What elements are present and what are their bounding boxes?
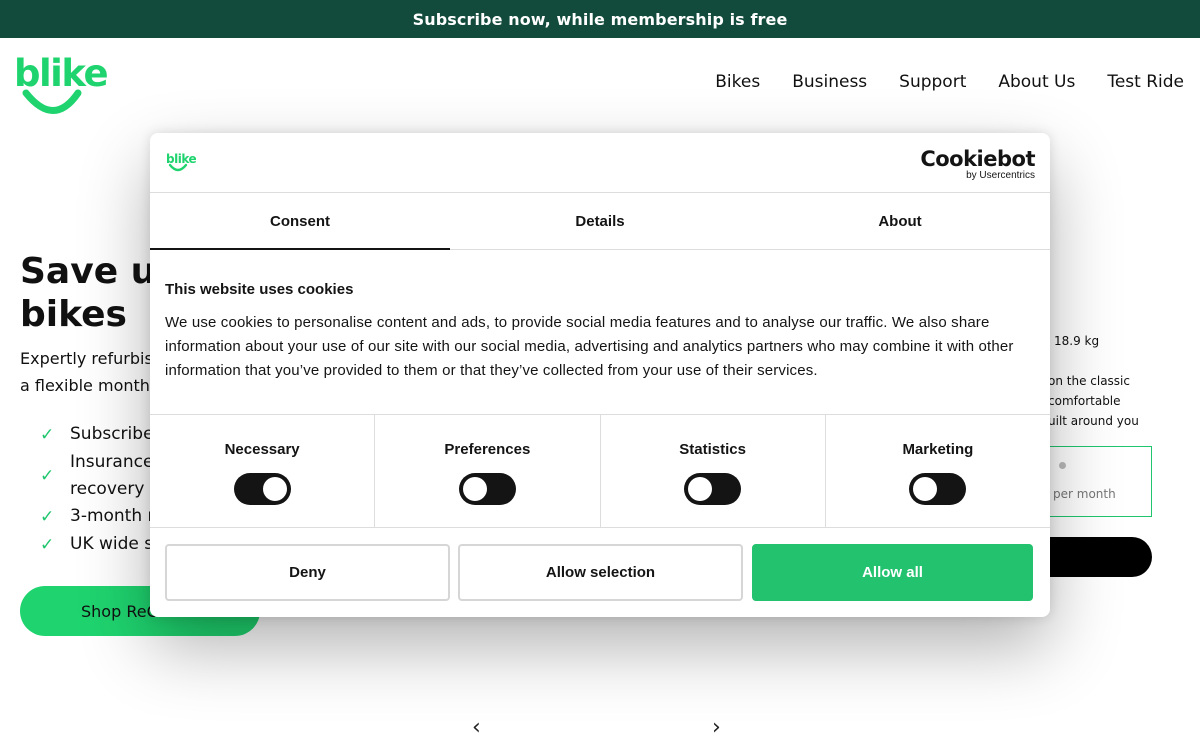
dialog-tabs: Consent Details About: [150, 194, 1050, 250]
nav-support[interactable]: Support: [899, 72, 966, 92]
check-icon: ✓: [40, 466, 55, 486]
blike-logo-icon: blike: [166, 152, 197, 172]
feature-text-line-1: Insurance: [70, 452, 154, 472]
feature-text: Subscribe: [70, 424, 154, 444]
category-marketing: Marketing: [826, 415, 1050, 527]
nav-about-us[interactable]: About Us: [998, 72, 1075, 92]
feature-item: ✓ Subscribe: [40, 421, 155, 449]
feature-item: ✓ 3-month r: [40, 503, 155, 531]
cookie-consent-dialog: blike Cookiebot by Usercentrics Consent …: [150, 133, 1050, 617]
product-desc-line: on the classic: [1048, 374, 1130, 388]
tab-about[interactable]: About: [750, 194, 1050, 249]
nav-test-ride[interactable]: Test Ride: [1107, 72, 1184, 92]
dialog-text: We use cookies to personalise content an…: [165, 314, 1014, 379]
feature-text: Insurance recovery: [70, 449, 153, 503]
weight-value: 18.9 kg: [1054, 334, 1100, 348]
nav-bikes[interactable]: Bikes: [715, 72, 760, 92]
nav-business[interactable]: Business: [792, 72, 867, 92]
cookiebot-name: Cookiebot: [920, 147, 1035, 171]
category-label: Necessary: [224, 441, 300, 458]
allow-all-button[interactable]: Allow all: [752, 544, 1033, 601]
dialog-body: This website uses cookies We use cookies…: [165, 281, 1040, 383]
check-icon: ✓: [40, 425, 55, 445]
category-statistics: Statistics: [601, 415, 826, 527]
dialog-blike-logo: blike: [166, 151, 197, 178]
category-label: Statistics: [679, 441, 746, 458]
chevron-right-icon[interactable]: ›: [712, 715, 721, 740]
per-month-label: per month: [1053, 487, 1116, 501]
tab-details[interactable]: Details: [450, 194, 750, 249]
promo-banner-text: Subscribe now, while membership is free: [412, 9, 788, 29]
toggle-knob: [462, 477, 487, 501]
preferences-toggle[interactable]: [458, 473, 516, 505]
check-icon: ✓: [40, 535, 55, 555]
chevron-left-icon[interactable]: ‹: [472, 715, 481, 740]
product-desc-line: uilt around you: [1048, 414, 1139, 428]
toggle-knob: [262, 477, 287, 501]
necessary-toggle[interactable]: [233, 473, 291, 505]
feature-text-line-2: recovery: [70, 479, 145, 499]
blike-logo-icon: blike: [14, 52, 109, 114]
category-label: Marketing: [902, 441, 974, 458]
radio-dot-icon: [1059, 462, 1066, 469]
toggle-knob: [913, 477, 938, 501]
feature-text: UK wide s: [70, 534, 154, 554]
allow-selection-button[interactable]: Allow selection: [458, 544, 743, 601]
product-description: on the classic comfortable uilt around y…: [1048, 371, 1198, 431]
category-label: Preferences: [444, 441, 531, 458]
dialog-header: blike Cookiebot by Usercentrics: [150, 133, 1050, 193]
cookiebot-logo[interactable]: Cookiebot by Usercentrics: [920, 147, 1035, 181]
price-box[interactable]: per month: [1040, 446, 1152, 517]
consent-categories: Necessary Preferences Statistics Marketi…: [150, 414, 1050, 528]
logo-text: blike: [14, 52, 107, 95]
feature-item: ✓ UK wide s: [40, 531, 155, 559]
blike-logo[interactable]: blike: [14, 50, 114, 116]
statistics-toggle[interactable]: [684, 473, 742, 505]
promo-banner[interactable]: Subscribe now, while membership is free: [0, 0, 1200, 38]
product-desc-line: comfortable: [1048, 394, 1121, 408]
cookiebot-by: by Usercentrics: [966, 170, 1035, 181]
check-icon: ✓: [40, 507, 55, 527]
dialog-heading: This website uses cookies: [165, 281, 354, 298]
main-nav: Bikes Business Support About Us Test Rid…: [715, 72, 1184, 92]
deny-button[interactable]: Deny: [165, 544, 450, 601]
feature-text: 3-month r: [70, 506, 155, 526]
feature-list: ✓ Subscribe ✓ Insurance recovery ✓ 3-month r…: [40, 421, 155, 559]
feature-item: ✓ Insurance recovery: [40, 449, 155, 503]
toggle-knob: [688, 477, 713, 501]
category-necessary: Necessary: [150, 415, 376, 527]
tab-consent[interactable]: Consent: [150, 194, 450, 250]
marketing-toggle[interactable]: [909, 473, 967, 505]
dialog-logo-text: blike: [166, 152, 196, 166]
category-preferences: Preferences: [375, 415, 601, 527]
